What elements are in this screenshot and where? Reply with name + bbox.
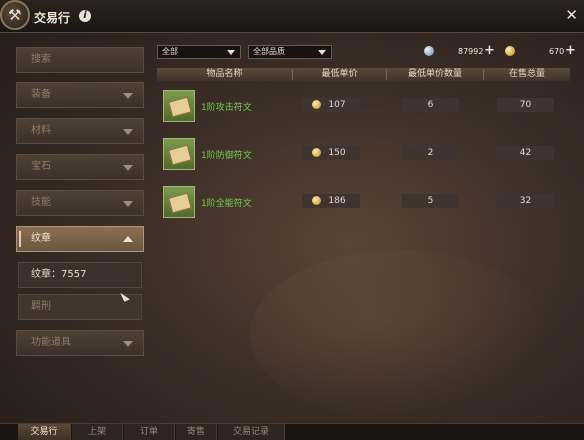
header-total-on-sale: 在售总量 <box>508 69 545 79</box>
sidebar-item-function-props[interactable]: 功能道具 <box>16 330 144 356</box>
sidebar-item-label: 材料 <box>31 125 51 136</box>
min-price-cell: 150 <box>302 146 360 160</box>
sidebar-item-gems[interactable]: 宝石 <box>16 154 144 180</box>
add-gold-button[interactable]: + <box>565 43 576 58</box>
quality-dropdown[interactable]: 全部品质 <box>248 45 332 59</box>
chevron-down-icon <box>123 201 133 207</box>
sidebar-item-label: 搜索 <box>31 54 51 65</box>
sidebar-item-label: 技能 <box>31 197 51 208</box>
sidebar-item-search[interactable]: 搜索 <box>16 47 144 73</box>
min-price-cell: 107 <box>302 98 360 112</box>
rune-scroll-icon <box>163 186 195 218</box>
background-decoration <box>250 250 550 420</box>
bottom-tab-bar: 交易行 上架 订单 寄售 交易记录 <box>0 423 584 440</box>
min-price-cell: 186 <box>302 194 360 208</box>
total-on-sale: 42 <box>497 146 554 160</box>
quality-dropdown-value: 全部品质 <box>253 47 285 56</box>
rune-scroll-icon <box>163 90 195 122</box>
chevron-down-icon <box>123 165 133 171</box>
category-dropdown-value: 全部 <box>162 47 178 56</box>
silver-amount: 87992 <box>458 47 484 56</box>
chevron-down-icon <box>123 341 133 347</box>
gold-coin-icon <box>505 46 515 56</box>
sidebar-item-label: 纹章 <box>31 233 51 244</box>
header-min-price: 最低单价 <box>321 69 358 79</box>
header-item-name: 物品名称 <box>206 69 243 79</box>
min-price-qty: 2 <box>402 146 459 160</box>
title-bar: ⚒ 交易行 i ✕ <box>0 0 584 33</box>
sidebar-item-emblem[interactable]: 纹章 <box>16 226 144 252</box>
table-row[interactable]: 1阶全能符文 186 5 32 <box>157 182 570 222</box>
sidebar-item-label: 功能道具 <box>31 337 71 348</box>
total-on-sale: 32 <box>497 194 554 208</box>
rune-scroll-icon <box>163 138 195 170</box>
chevron-down-icon <box>227 50 235 55</box>
chevron-down-icon <box>123 93 133 99</box>
silver-currency: 87992 + <box>424 43 504 60</box>
window-title: 交易行 <box>34 11 71 25</box>
gold-currency: 670 + <box>505 43 580 60</box>
close-icon[interactable]: ✕ <box>565 6 578 24</box>
sub-item-label: 纹章：7557 <box>31 269 87 280</box>
total-on-sale: 70 <box>497 98 554 112</box>
chevron-down-icon <box>123 129 133 135</box>
min-price-qty: 6 <box>402 98 459 112</box>
tab-list-item[interactable]: 上架 <box>72 424 123 440</box>
gold-coin-icon <box>312 196 321 205</box>
item-name: 1阶防御符文 <box>201 151 252 161</box>
table-header: 物品名称 最低单价 最低单价数量 在售总量 <box>157 68 570 81</box>
header-min-price-qty: 最低单价数量 <box>407 69 462 79</box>
sidebar-item-equipment[interactable]: 装备 <box>16 82 144 108</box>
tab-consign[interactable]: 寄售 <box>176 424 217 440</box>
item-name: 1阶攻击符文 <box>201 103 252 113</box>
chevron-up-icon <box>123 236 133 242</box>
category-dropdown[interactable]: 全部 <box>157 45 241 59</box>
sidebar-item-skills[interactable]: 技能 <box>16 190 144 216</box>
sidebar-item-label: 装备 <box>31 89 51 100</box>
tab-trade-house[interactable]: 交易行 <box>18 424 71 440</box>
gold-coin-icon <box>312 148 321 157</box>
gold-amount: 670 <box>549 47 565 56</box>
item-name: 1阶全能符文 <box>201 199 252 209</box>
sidebar-item-label: 宝石 <box>31 161 51 172</box>
add-silver-button[interactable]: + <box>484 43 495 58</box>
gold-coin-icon <box>312 100 321 109</box>
info-icon[interactable]: i <box>79 10 91 22</box>
chevron-down-icon <box>318 50 326 55</box>
tab-orders[interactable]: 订单 <box>124 424 175 440</box>
table-row[interactable]: 1阶攻击符文 107 6 70 <box>157 86 570 126</box>
sub-item-emblem-count[interactable]: 纹章：7557 <box>18 262 142 288</box>
silver-coin-icon <box>424 46 434 56</box>
sub-item-label: 羁刑 <box>31 301 51 312</box>
min-price-qty: 5 <box>402 194 459 208</box>
sidebar-item-materials[interactable]: 材料 <box>16 118 144 144</box>
tab-trade-history[interactable]: 交易记录 <box>218 424 285 440</box>
trade-emblem-icon: ⚒ <box>0 0 30 30</box>
table-row[interactable]: 1阶防御符文 150 2 42 <box>157 134 570 174</box>
